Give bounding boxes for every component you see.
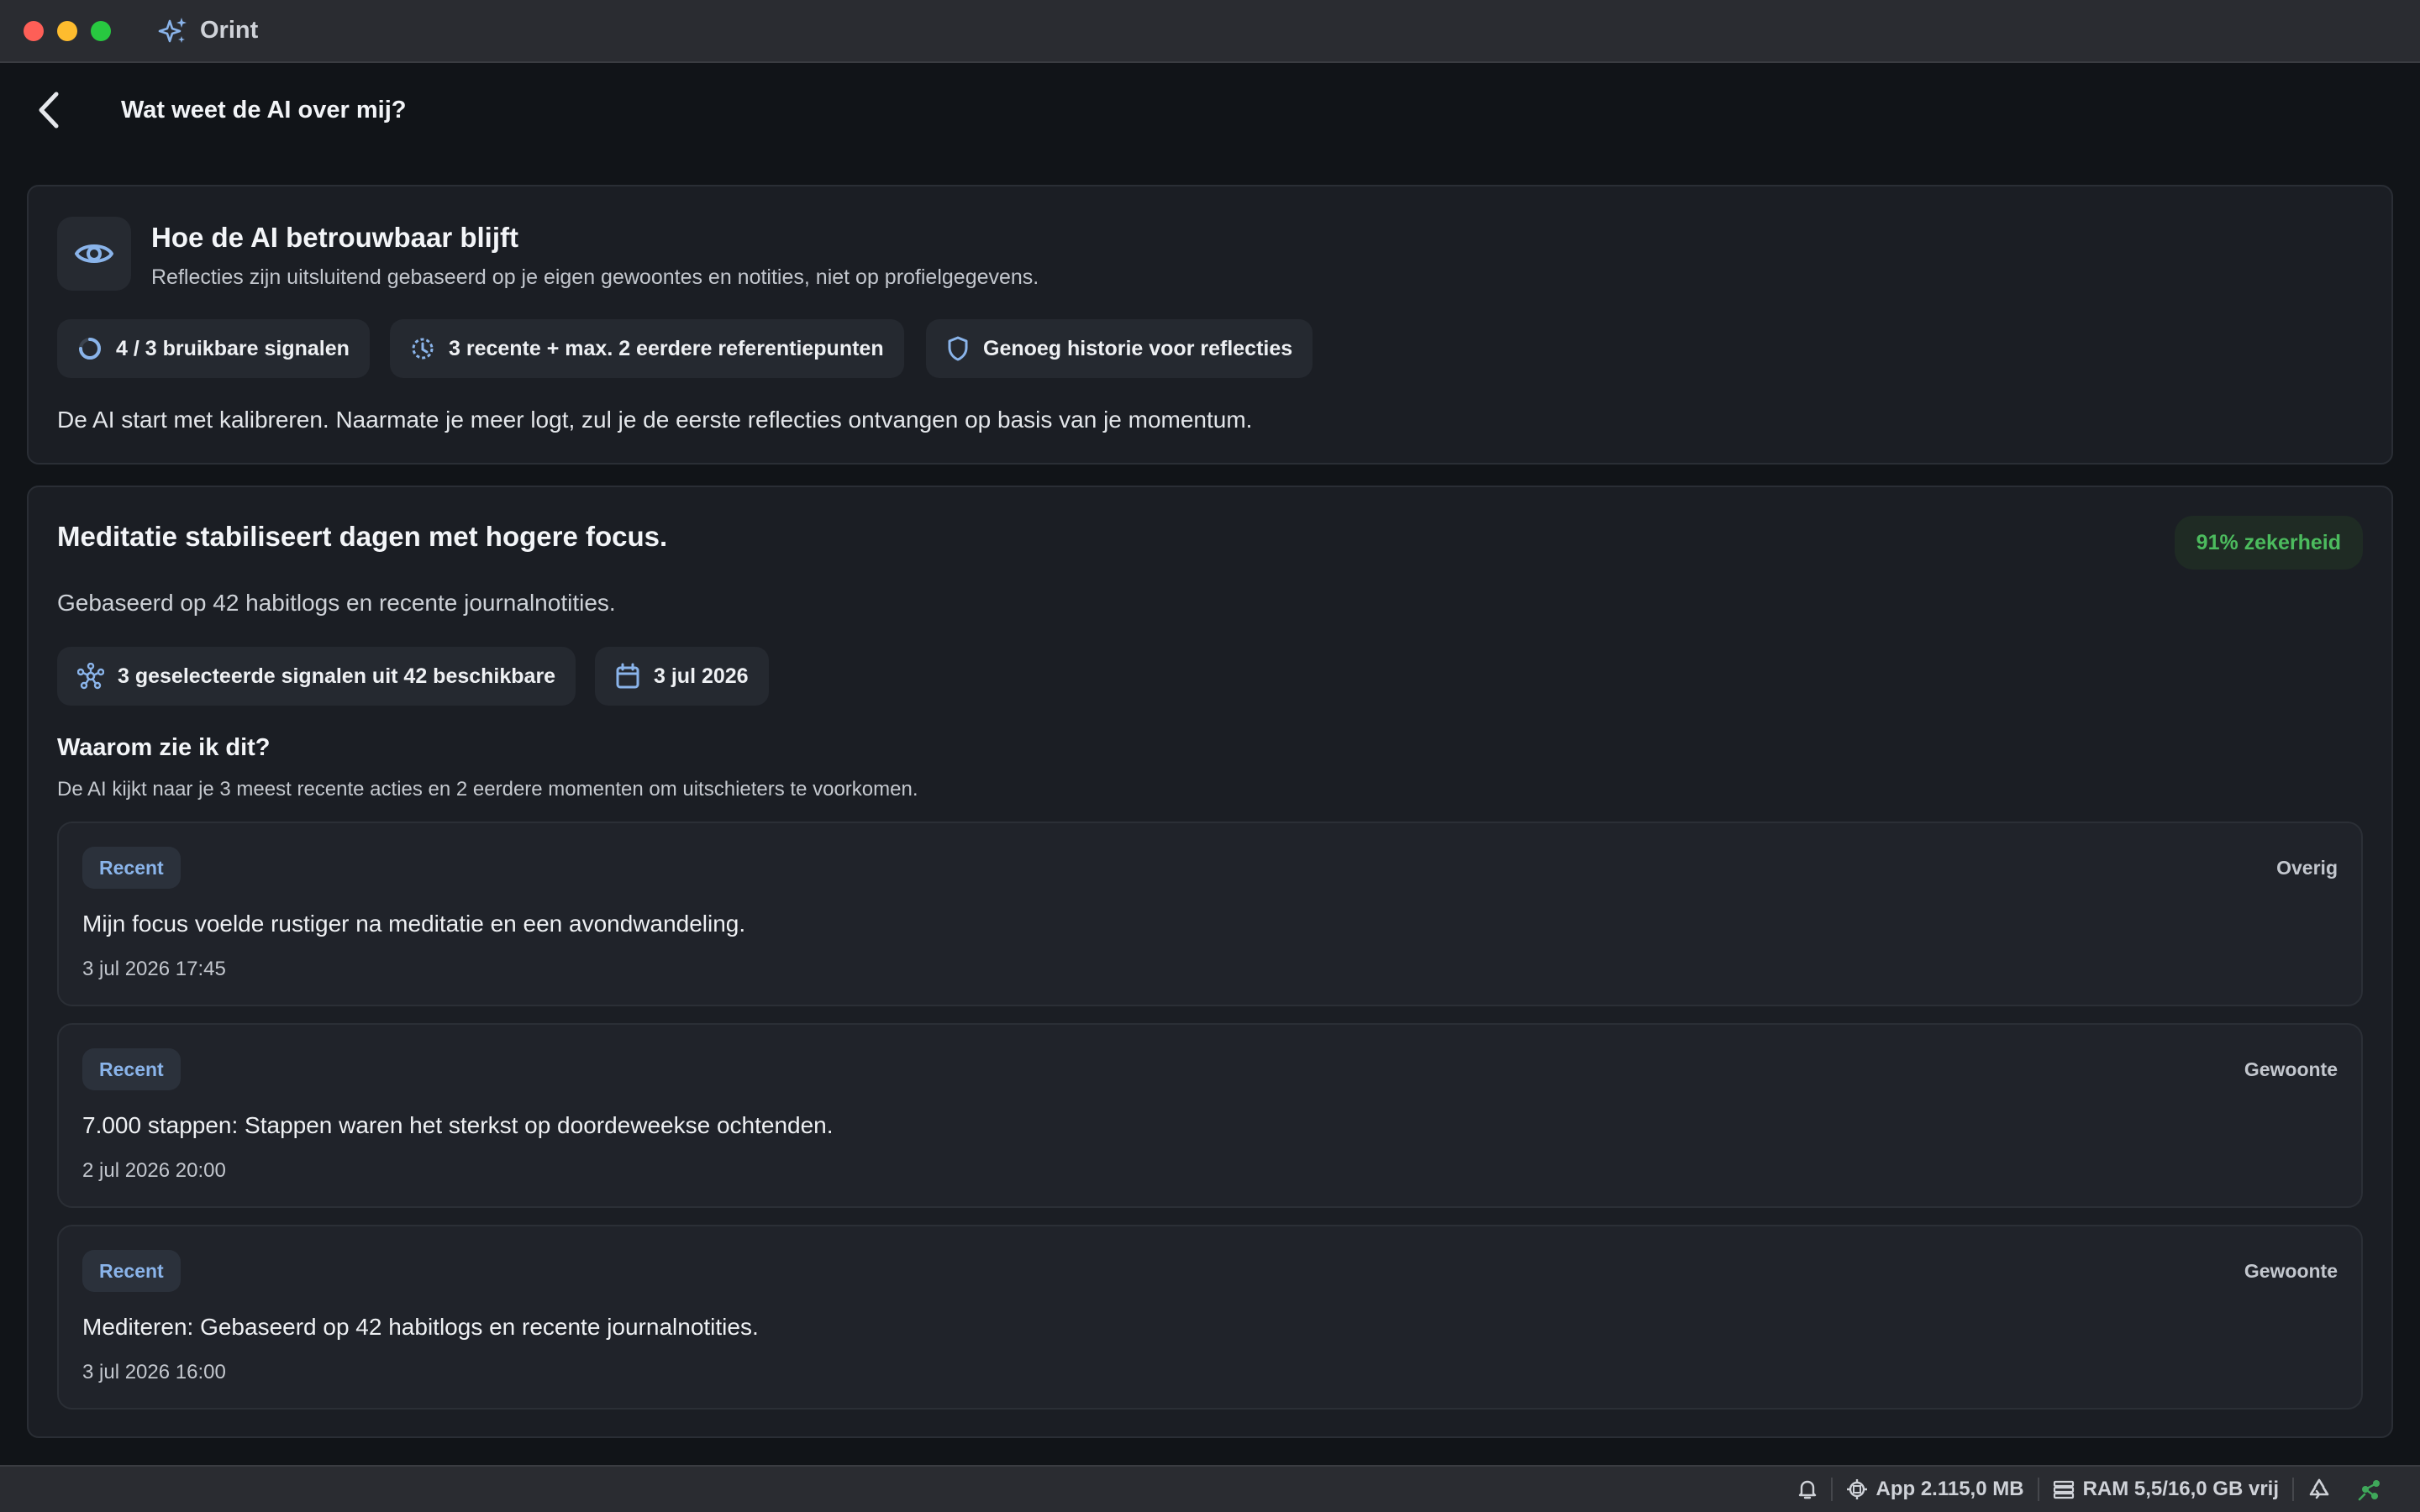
signal-timestamp: 3 jul 2026 16:00 [82,1361,226,1383]
bell-icon [1798,1480,1816,1499]
memory-stack-icon [2053,1480,2074,1499]
confidence-badge: 91% zekerheid [2174,516,2363,570]
progress-ring-icon [79,338,101,360]
reference-points-chip: 3 recente + max. 2 eerdere referentiepun… [390,319,904,378]
window-titlebar: Orint [0,0,2420,63]
history-status-chip: Genoeg historie voor reflecties [926,319,1313,378]
signal-text: Mediteren: Gebaseerd op 42 habitlogs en … [82,1314,759,1340]
selected-signals-label: 3 geselecteerde signalen uit 42 beschikb… [118,664,556,688]
page-title: Wat weet de AI over mij? [121,97,407,123]
reference-points-label: 3 recente + max. 2 eerdere referentiepun… [449,336,884,360]
selected-signals-chip: 3 geselecteerde signalen uit 42 beschikb… [57,647,576,706]
trust-card-subtitle: Reflecties zijn uitsluitend gebaseerd op… [151,265,1039,289]
signal-item: Recent Gewoonte 7.000 stappen: Stappen w… [57,1023,2363,1208]
recent-tag: Recent [82,847,181,889]
trust-card-description: De AI start met kalibreren. Naarmate je … [57,407,1253,433]
date-chip: 3 jul 2026 [595,647,769,706]
notifications-button[interactable] [1784,1474,1831,1504]
app-memory-indicator[interactable]: App 2.115,0 MB [1833,1474,2038,1504]
signal-item: Recent Overig Mijn focus voelde rustiger… [57,822,2363,1006]
signal-item: Recent Gewoonte Mediteren: Gebaseerd op … [57,1225,2363,1410]
history-clock-icon [412,338,434,360]
recent-tag: Recent [82,1048,181,1090]
signal-category: Gewoonte [2244,1058,2338,1080]
recycle-icon [2309,1478,2329,1499]
ram-indicator[interactable]: RAM 5,5/16,0 GB vrij [2039,1474,2292,1504]
app-memory-label: App 2.115,0 MB [1876,1478,2024,1500]
chevron-left-icon [39,92,59,129]
date-label: 3 jul 2026 [654,664,749,688]
signal-text: 7.000 stappen: Stappen waren het sterkst… [82,1112,834,1138]
signal-timestamp: 3 jul 2026 17:45 [82,958,226,980]
cpu-chip-icon [1846,1479,1867,1499]
trust-card: Hoe de AI betrouwbaar blijft Reflecties … [27,185,2393,465]
insight-card: Meditatie stabiliseert dagen met hogere … [27,486,2393,1438]
insight-title: Meditatie stabiliseert dagen met hogere … [57,521,668,552]
signal-timestamp: 2 jul 2026 20:00 [82,1159,226,1182]
shield-icon [948,336,968,361]
back-button[interactable] [30,88,67,132]
eye-icon-box [57,217,131,291]
why-description: De AI kijkt naar je 3 meest recente acti… [57,778,918,801]
signal-category: Overig [2276,857,2338,879]
insight-subtitle: Gebaseerd op 42 habitlogs en recente jou… [57,590,616,616]
signal-text: Mijn focus voelde rustiger na meditatie … [82,911,746,937]
status-bar: App 2.115,0 MB RAM 5,5/16,0 GB vrij [0,1465,2420,1512]
network-status-icon [2358,1480,2380,1501]
ram-label: RAM 5,5/16,0 GB vrij [2082,1478,2279,1500]
zoom-window-button[interactable] [91,20,111,41]
signal-category: Gewoonte [2244,1260,2338,1282]
recent-tag: Recent [82,1250,181,1292]
sparkles-icon [158,17,187,43]
app-name: Orint [200,17,259,44]
network-status-button[interactable] [2344,1474,2396,1504]
calendar-icon [616,663,639,689]
network-nodes-icon [77,663,104,690]
why-title: Waarom zie ik dit? [57,734,271,761]
window-controls [24,20,111,41]
trust-card-title: Hoe de AI betrouwbaar blijft [151,222,518,253]
close-window-button[interactable] [24,20,44,41]
recycle-button[interactable] [2294,1474,2344,1504]
eye-icon [75,244,113,263]
page-header: Wat weet de AI over mij? [0,65,2420,157]
minimize-window-button[interactable] [57,20,77,41]
usable-signals-chip: 4 / 3 bruikbare signalen [57,319,370,378]
history-status-label: Genoeg historie voor reflecties [983,336,1293,360]
usable-signals-label: 4 / 3 bruikbare signalen [116,336,350,360]
